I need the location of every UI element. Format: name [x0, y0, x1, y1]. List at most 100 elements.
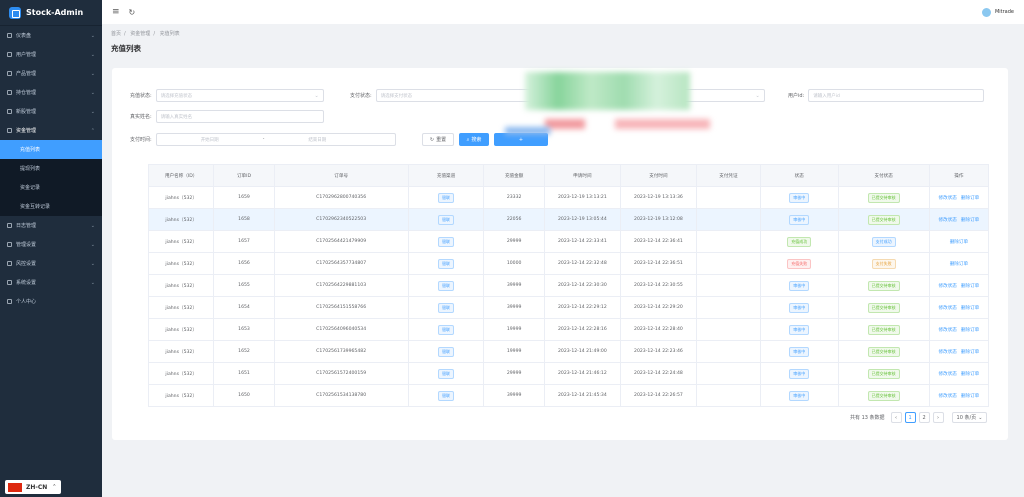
next-page-button[interactable]: ›: [932, 412, 944, 423]
realname-input[interactable]: 请输入真实姓名: [155, 110, 324, 123]
sidebar-item[interactable]: 系统设置 ⌄: [0, 273, 102, 292]
status-badge: 审核中: [789, 368, 810, 379]
edit-status-link[interactable]: 修改状态: [939, 328, 957, 333]
cell-id: 1652: [238, 349, 250, 354]
table-row[interactable]: jiahns（532） 1653 C1702564096040534 银联 19999 2…: [147, 318, 990, 341]
sidebar-item-label: 系统设置: [16, 280, 37, 286]
sidebar-item[interactable]: 仪表盘 ⌄: [0, 26, 102, 45]
userid-input[interactable]: 请输入用户id: [808, 89, 985, 102]
table-row[interactable]: jiahns（532） 1658 C1702962340522503 银联 22056 2…: [147, 208, 990, 231]
pay-status-badge: 支付成功: [871, 236, 896, 247]
sidebar-item[interactable]: 产品管理 ⌄: [0, 64, 102, 83]
userid-label: 用户id:: [788, 93, 805, 99]
page-button[interactable]: 1: [904, 412, 916, 423]
search-button[interactable]: ⌕ 搜索: [459, 133, 489, 146]
reset-button[interactable]: ↻ 重置: [422, 133, 454, 146]
edit-status-link[interactable]: 修改状态: [939, 306, 957, 311]
cell-pay: 2023-12-14 22:28:40: [634, 327, 683, 332]
table-row[interactable]: jiahns（532） 1655 C1702564229881103 银联 39999 2…: [147, 274, 990, 297]
delete-order-link[interactable]: 删除订单: [961, 196, 979, 201]
hamburger-icon[interactable]: ≡: [112, 7, 120, 17]
refresh-icon: ↻: [429, 136, 435, 143]
table-row[interactable]: jiahns（532） 1654 C1702564151558766 银联 39999 2…: [147, 296, 990, 319]
edit-status-link[interactable]: 修改状态: [939, 284, 957, 289]
cell-id: 1655: [238, 283, 250, 288]
refresh-icon[interactable]: ↻: [129, 8, 136, 17]
chevron-down-icon: ⌄: [90, 51, 95, 58]
pagination: 共有 13 条数据 ‹ 1 2 › 10 条/页 ⌄: [850, 412, 988, 423]
sidebar-subitem[interactable]: 提现列表: [0, 159, 102, 178]
userid-field: 用户id: 请输入用户id: [788, 89, 985, 102]
delete-order-link[interactable]: 删除订单: [961, 350, 979, 355]
cell-no: C1702564421479909: [316, 239, 367, 244]
sidebar-item[interactable]: 新股管理 ⌄: [0, 102, 102, 121]
column-header: 订单号: [273, 164, 409, 187]
cell-pay: 2023-12-14 22:29:20: [634, 305, 683, 310]
delete-order-link[interactable]: 删除订单: [961, 328, 979, 333]
status-badge: 审核中: [789, 302, 810, 313]
channel-tag: 银联: [438, 346, 455, 357]
sidebar-item-label: 资金管理: [16, 128, 37, 134]
edit-status-link[interactable]: 修改状态: [939, 218, 957, 223]
delete-order-link[interactable]: 删除订单: [961, 284, 979, 289]
sidebar-subitem[interactable]: 资金记录: [0, 178, 102, 197]
cell-pay: 2023-12-14 22:23:46: [634, 349, 683, 354]
cell-pay: 2023-12-14 22:36:41: [634, 239, 683, 244]
table-row[interactable]: jiahns（532） 1650 C1702561534138780 银联 39999 2…: [147, 384, 990, 407]
delete-order-link[interactable]: 删除订单: [961, 306, 979, 311]
cell-amount: 23332: [506, 195, 522, 200]
pay-status-badge: 支付失败: [871, 258, 896, 269]
cell-amount: 22056: [506, 217, 522, 222]
cell-apply: 2023-12-19 13:05:44: [557, 217, 607, 222]
pay-status-badge: 已提交待审核: [867, 192, 900, 203]
logo-icon: [9, 6, 21, 19]
breadcrumb-item[interactable]: 首页: [111, 31, 121, 37]
cell-no: C1702564229881103: [316, 283, 367, 288]
language-switcher[interactable]: ZH-CN ⌃: [5, 480, 61, 494]
table-row[interactable]: jiahns（532） 1659 C1702962800740356 银联 23332 2…: [147, 186, 990, 209]
sidebar-item-label: 用户管理: [16, 52, 37, 58]
sidebar-item[interactable]: 管理设置 ⌄: [0, 235, 102, 254]
sidebar-item[interactable]: 资金管理 ⌃: [0, 121, 102, 140]
table-row[interactable]: jiahns（532） 1657 C1702564421479909 银联 29999 2…: [147, 230, 990, 253]
status-badge: 充值成功: [787, 236, 812, 247]
edit-status-link[interactable]: 修改状态: [939, 196, 957, 201]
cell-id: 1650: [238, 393, 250, 398]
delete-order-link[interactable]: 删除订单: [961, 394, 979, 399]
sidebar-subitem[interactable]: 充值列表: [0, 140, 102, 159]
sidebar-item-label: 仪表盘: [16, 33, 32, 39]
cell-apply: 2023-12-14 22:32:48: [557, 261, 607, 266]
cell-no: C1702561534138780: [316, 393, 367, 398]
table-row[interactable]: jiahns（532） 1656 C1702564357734807 银联 10000 2…: [147, 252, 990, 275]
status-badge: 审核中: [789, 390, 810, 401]
sidebar-item[interactable]: 个人中心: [0, 292, 102, 311]
delete-order-link[interactable]: 删除订单: [961, 218, 979, 223]
redacted-region: [615, 119, 710, 129]
paytime-range-picker[interactable]: 开始日期 - 结束日期: [155, 133, 396, 146]
delete-order-link[interactable]: 删除订单: [950, 262, 968, 267]
page-button[interactable]: 2: [918, 412, 930, 423]
channel-tag: 银联: [438, 236, 455, 247]
menu-icon: [7, 261, 12, 266]
sidebar-item[interactable]: 用户管理 ⌄: [0, 45, 102, 64]
breadcrumb-item: 充值列表: [159, 31, 180, 37]
edit-status-link[interactable]: 修改状态: [939, 394, 957, 399]
delete-order-link[interactable]: 删除订单: [950, 240, 968, 245]
edit-status-link[interactable]: 修改状态: [939, 350, 957, 355]
breadcrumb-item[interactable]: 资金管理: [130, 31, 150, 37]
column-header: 用户名称（ID）: [147, 164, 215, 187]
sidebar-item[interactable]: 持仓管理 ⌄: [0, 83, 102, 102]
table-row[interactable]: jiahns（532） 1652 C1702561739965482 银联 19999 2…: [147, 340, 990, 363]
user-menu[interactable]: Mitrade: [981, 7, 1014, 17]
cell-apply: 2023-12-19 13:13:21: [557, 195, 607, 200]
sidebar-item[interactable]: 日志管理 ⌄: [0, 216, 102, 235]
table-row[interactable]: jiahns（532） 1651 C1702561572400159 银联 29999 2…: [147, 362, 990, 385]
sidebar-subitem[interactable]: 资金互转记录: [0, 197, 102, 216]
edit-status-link[interactable]: 修改状态: [939, 372, 957, 377]
column-header: 状态: [759, 164, 839, 187]
prev-page-button[interactable]: ‹: [890, 412, 902, 423]
recharge-status-select[interactable]: 请选择充值状态 ⌄: [155, 89, 324, 102]
sidebar-item[interactable]: 风控设置 ⌄: [0, 254, 102, 273]
page-size-select[interactable]: 10 条/页 ⌄: [951, 412, 988, 423]
delete-order-link[interactable]: 删除订单: [961, 372, 979, 377]
